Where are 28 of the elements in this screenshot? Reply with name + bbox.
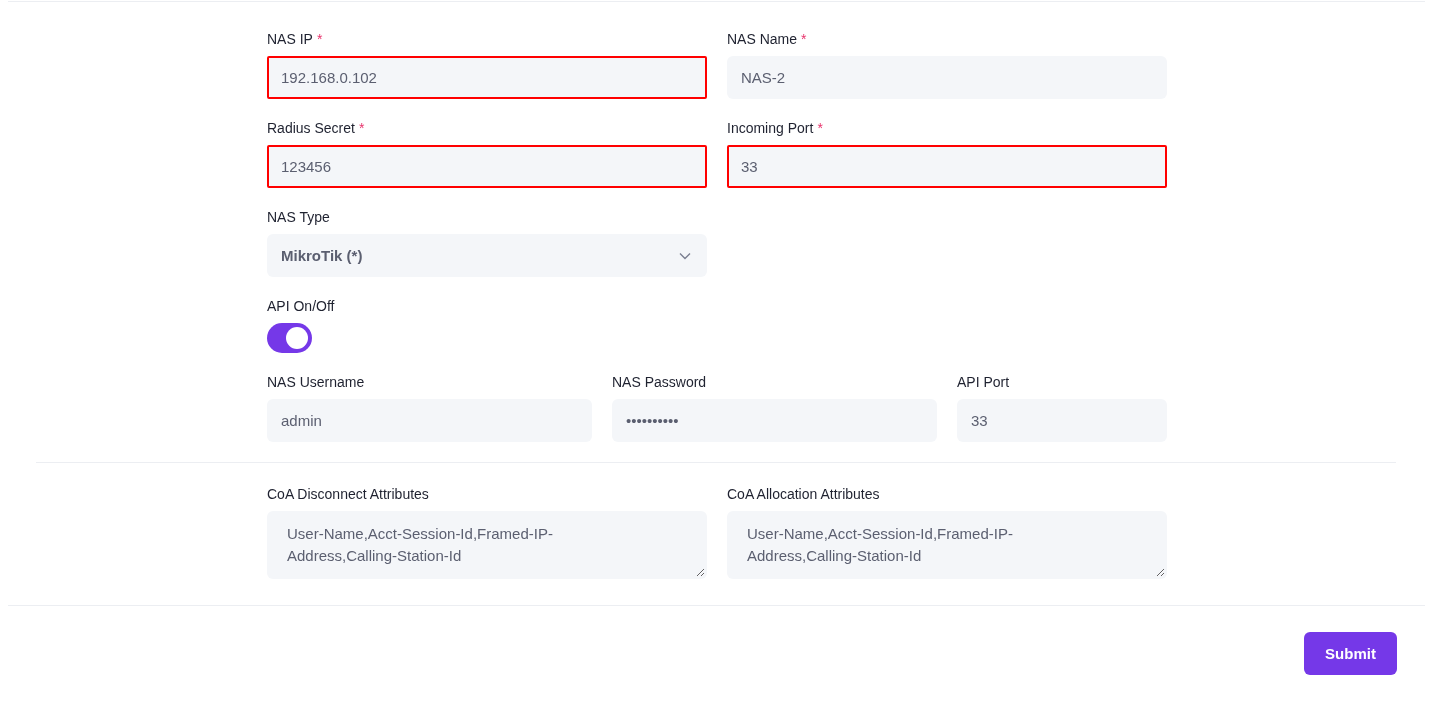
input-field[interactable]: NAS-2 xyxy=(727,56,1167,99)
required-mark: * xyxy=(358,120,365,136)
field-label: API On/Off xyxy=(267,298,335,314)
field-label: NAS Username xyxy=(267,374,365,390)
field-label: NAS IP xyxy=(267,31,313,47)
chevron-down-icon xyxy=(679,251,691,260)
textarea-field[interactable]: User-Name,Acct-Session-Id,Framed-IP-Address,Calling-Station-Id xyxy=(267,511,707,579)
textarea-field[interactable]: User-Name,Acct-Session-Id,Framed-IP-Address,Calling-Station-Id xyxy=(727,511,1167,579)
field-label: NAS Type xyxy=(267,209,330,225)
input-field[interactable]: 33 xyxy=(957,399,1167,442)
required-mark: * xyxy=(817,120,823,136)
field-label: NAS Password xyxy=(612,374,707,390)
input-field[interactable]: •••••••••• xyxy=(612,399,937,442)
required-mark: * xyxy=(801,31,807,47)
input-field[interactable]: admin xyxy=(267,399,592,442)
field-label: Incoming Port xyxy=(727,120,814,136)
input-field[interactable]: 192.168.0.102 xyxy=(267,56,707,99)
field-label: CoA Disconnect Attributes xyxy=(267,486,429,502)
select-field[interactable]: MikroTik (*) xyxy=(267,234,707,277)
required-mark: * xyxy=(316,31,323,47)
field-label: NAS Name xyxy=(727,31,798,47)
input-field[interactable]: 123456 xyxy=(267,145,707,188)
input-field[interactable]: 33 xyxy=(727,145,1167,188)
submit-button[interactable]: Submit xyxy=(1304,632,1397,675)
field-label: CoA Allocation Attributes xyxy=(727,486,880,502)
toggle-switch[interactable] xyxy=(267,323,312,353)
field-label: Radius Secret xyxy=(267,120,355,136)
field-label: API Port xyxy=(957,374,1010,390)
